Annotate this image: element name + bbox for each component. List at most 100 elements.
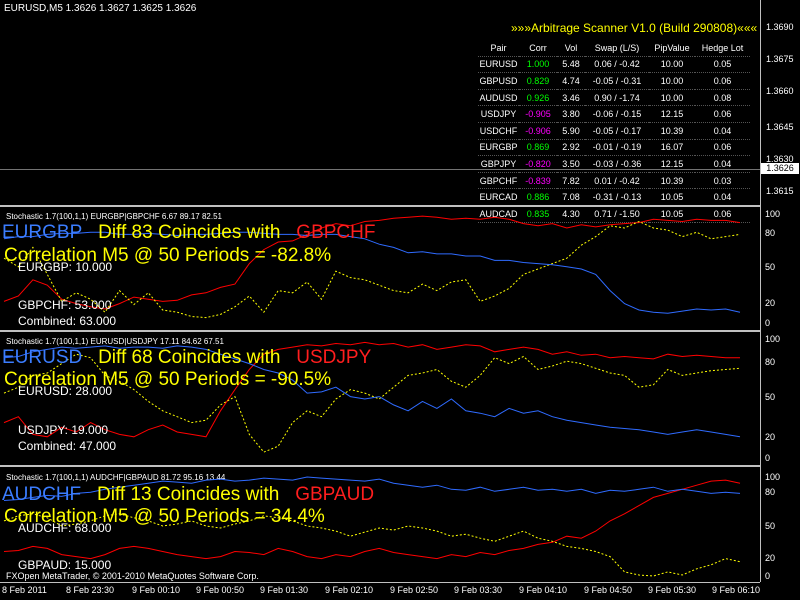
pipvalue-cell: 10.39 — [660, 125, 684, 136]
corr-cell: 0.926 — [526, 92, 550, 103]
panel2-label3: Combined: 47.000 — [18, 439, 117, 453]
time-tick: 9 Feb 03:30 — [454, 585, 503, 595]
pipvalue-cell: 16.07 — [660, 142, 684, 153]
panel3-axis-0: 0 — [765, 571, 771, 581]
panel1-axis-0: 0 — [765, 318, 771, 328]
arbitrage-scanner-table: Pair Corr Vol Swap (L/S) PipValue Hedge … — [478, 40, 750, 223]
panel3-axis-80: 80 — [765, 487, 776, 497]
panel2-pair2: USDJPY — [296, 347, 372, 368]
corr-cell: 0.886 — [526, 192, 550, 203]
pair-cell: AUDUSD — [479, 92, 518, 103]
pipvalue-cell: 10.05 — [660, 192, 684, 203]
table-row: EURGBP 0.869 2.92 -0.01 / -0.19 16.07 0.06 — [478, 139, 750, 156]
hedge-lot-cell: 0.04 — [713, 192, 732, 203]
header-hedge-lot: Hedge Lot — [701, 42, 744, 53]
vol-cell: 2.92 — [562, 142, 580, 153]
pair-cell: USDCHF — [479, 125, 518, 136]
table-row: USDCHF -0.906 5.90 -0.05 / -0.17 10.39 0.04 — [478, 122, 750, 140]
corr-cell: -0.906 — [525, 125, 551, 136]
time-tick: 9 Feb 02:50 — [390, 585, 439, 595]
panel3-axis-20: 20 — [765, 553, 776, 563]
panel1-label2: GBPCHF: 53.000 — [18, 298, 112, 312]
time-axis-line — [0, 582, 760, 583]
price-tick: 1.3690 — [766, 22, 794, 32]
swap-cell: 0.06 / -0.42 — [594, 59, 640, 70]
panel1-axis-100: 100 — [765, 209, 781, 219]
panel3-diff: Diff 13 Coincides with — [97, 484, 280, 505]
pair-cell: GBPCHF — [479, 175, 518, 186]
corr-cell: 1.000 — [526, 59, 550, 70]
panel3-axis-50: 50 — [765, 521, 776, 531]
hedge-lot-cell: 0.06 — [713, 75, 732, 86]
header-corr: Corr — [529, 42, 547, 53]
swap-cell: -0.01 / -0.19 — [592, 142, 642, 153]
copyright-text: FXOpen MetaTrader, © 2001-2010 MetaQuote… — [6, 571, 259, 581]
time-tick: 8 Feb 23:30 — [66, 585, 115, 595]
panel2-axis-80: 80 — [765, 357, 776, 367]
panel3-axis-100: 100 — [765, 472, 781, 482]
time-tick: 8 Feb 2011 — [2, 585, 47, 595]
panel2-diff: Diff 68 Coincides with — [98, 347, 281, 368]
pair-cell: USDJPY — [480, 109, 517, 120]
swap-cell: 0.01 / -0.42 — [594, 175, 640, 186]
price-axis-line — [760, 0, 761, 582]
panel2-pair1: EURUSD — [2, 347, 83, 368]
table-row: GBPUSD 0.829 4.74 -0.05 / -0.31 10.00 0.06 — [478, 73, 750, 90]
panel2-axis-20: 20 — [765, 432, 776, 442]
panel2-axis-0: 0 — [765, 453, 771, 463]
panel1-label1: EURGBP: 10.000 — [18, 260, 113, 274]
pair-cell: EURGBP — [479, 142, 518, 153]
swap-cell: -0.05 / -0.17 — [592, 125, 642, 136]
hedge-lot-cell: 0.03 — [713, 175, 732, 186]
pipvalue-cell: 10.00 — [660, 59, 684, 70]
table-row: GBPCHF -0.839 7.82 0.01 / -0.42 10.39 0.03 — [478, 172, 750, 189]
time-tick: 9 Feb 04:10 — [519, 585, 568, 595]
price-tick: 1.3660 — [766, 86, 794, 96]
hedge-lot-cell: 0.08 — [713, 92, 732, 103]
time-tick: 9 Feb 05:30 — [648, 585, 697, 595]
panel2-pair-line: EURUSD Diff 68 Coincides with USDJPY — [2, 347, 371, 369]
time-tick: 9 Feb 00:50 — [196, 585, 245, 595]
hedge-lot-cell: 0.04 — [713, 125, 732, 136]
swap-cell: -0.31 / -0.13 — [592, 192, 642, 203]
corr-cell: -0.839 — [525, 175, 551, 186]
time-tick: 9 Feb 04:50 — [584, 585, 633, 595]
scanner-title: »»»Arbitrage Scanner V1.0 (Build 290808)… — [511, 21, 758, 35]
panel1-label3: Combined: 63.000 — [18, 314, 117, 328]
vol-cell: 3.46 — [562, 92, 580, 103]
panel1-pair2: GBPCHF — [296, 222, 376, 243]
pipvalue-cell: 10.39 — [660, 175, 684, 186]
panel2-axis-50: 50 — [765, 392, 776, 402]
vol-cell: 4.74 — [562, 75, 580, 86]
panel3-label2: GBPAUD: 15.000 — [18, 558, 112, 572]
panel2-label2: USDJPY: 19.000 — [18, 423, 109, 437]
pair-cell: EURCAD — [479, 192, 518, 203]
price-tick: 1.3615 — [766, 186, 794, 196]
swap-cell: 0.90 / -1.74 — [594, 92, 640, 103]
pipvalue-cell: 10.00 — [660, 75, 684, 86]
pipvalue-cell: 12.15 — [660, 109, 684, 120]
table-row: EURCAD 0.886 7.08 -0.31 / -0.13 10.05 0.04 — [478, 189, 750, 206]
panel2-axis-100: 100 — [765, 334, 781, 344]
current-price-line — [0, 169, 760, 170]
table-row: AUDUSD 0.926 3.46 0.90 / -1.74 10.00 0.08 — [478, 89, 750, 106]
panel2-label1: EURUSD: 28.000 — [18, 384, 113, 398]
time-tick: 9 Feb 01:30 — [260, 585, 309, 595]
panel1-pair-line: EURGBP Diff 83 Coincides with GBPCHF — [2, 222, 375, 244]
hedge-lot-cell: 0.06 — [713, 142, 732, 153]
panel3-label1: AUDCHF: 68.000 — [18, 521, 112, 535]
vol-cell: 3.80 — [562, 109, 580, 120]
header-pair: Pair — [490, 42, 507, 53]
current-price-box: 1.3626 — [761, 163, 799, 174]
header-vol: Vol — [564, 42, 578, 53]
time-tick: 9 Feb 02:10 — [325, 585, 374, 595]
swap-cell: -0.06 / -0.15 — [592, 109, 642, 120]
table-row: EURUSD 1.000 5.48 0.06 / -0.42 10.00 0.05 — [478, 56, 750, 73]
pipvalue-cell: 10.00 — [660, 92, 684, 103]
time-tick: 9 Feb 00:10 — [132, 585, 181, 595]
vol-cell: 5.48 — [562, 59, 580, 70]
header-swap: Swap (L/S) — [594, 42, 640, 53]
vol-cell: 5.90 — [562, 125, 580, 136]
main-chart-title: EURUSD,M5 1.3626 1.3627 1.3625 1.3626 — [4, 3, 197, 14]
corr-cell: 0.829 — [526, 75, 550, 86]
